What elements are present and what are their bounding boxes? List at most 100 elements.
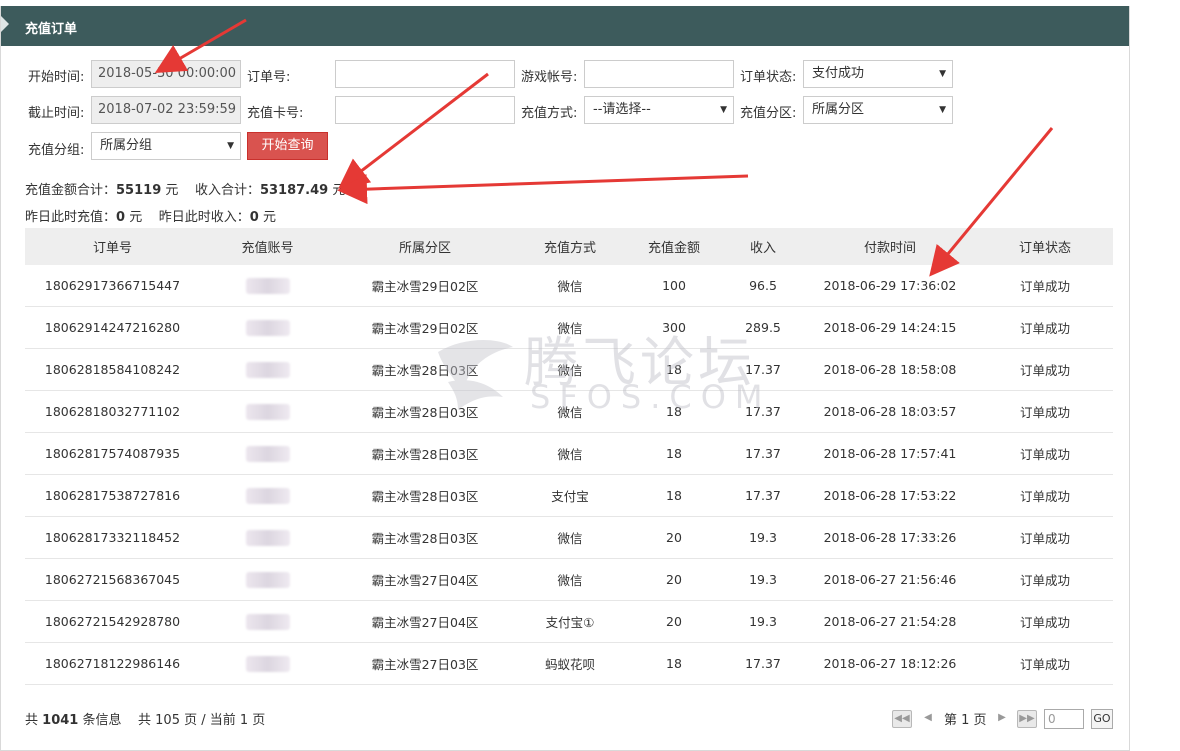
pay-method-select[interactable]: --请选择-- ▼ [584,96,734,124]
total-suffix: 条信息 [82,713,122,728]
table-row: 18062917366715447 霸主冰雪29日02区 微信 100 96.5 2018… [25,265,1113,307]
column-header: 充值方式 [515,228,625,265]
yesterday-recharge-value: 0 [116,210,126,225]
cell-order-no: 18062817574087935 [25,432,200,475]
total-income-value: 53187.49 [259,183,329,198]
cell-order-no: 18062818032771102 [25,390,200,433]
zone-label: 充值分区: [740,106,797,121]
group-label: 充值分组: [28,143,85,158]
cell-paid-at: 2018-06-28 17:33:26 [803,516,977,559]
cell-method: 支付宝① [515,600,625,643]
pay-method-label: 充值方式: [521,106,578,121]
column-header: 付款时间 [803,228,977,265]
end-time-input[interactable]: 2018-07-02 23:59:59 [91,96,241,124]
last-page-icon[interactable]: ▶▶ [1017,710,1037,728]
cell-amount: 100 [625,265,723,307]
cell-account [200,642,335,685]
table-row: 18062721568367045 霸主冰雪27日04区 微信 20 19.3 2018-… [25,558,1113,601]
cell-amount: 20 [625,558,723,601]
dropdown-caret-icon: ▼ [227,141,234,151]
total-recharge-value: 55119 [116,183,162,198]
cell-status: 订单成功 [977,306,1113,349]
cell-income: 19.3 [723,516,803,559]
cell-paid-at: 2018-06-27 21:56:46 [803,558,977,601]
cell-order-no: 18062721568367045 [25,558,200,601]
column-header: 充值金额 [625,228,723,265]
cell-zone: 霸主冰雪27日03区 [335,642,515,685]
group-select[interactable]: 所属分组 ▼ [91,132,241,160]
table-row: 18062818584108242 霸主冰雪28日03区 微信 18 17.37 2018… [25,348,1113,391]
table-header-row: 订单号 充值账号 所属分区 充值方式 充值金额 收入 付款时间 订单状态 [25,228,1113,265]
go-button[interactable]: GO [1091,709,1113,729]
cell-amount: 18 [625,474,723,517]
prev-page-icon[interactable]: ◀ [918,710,938,728]
cell-status: 订单成功 [977,348,1113,391]
cell-order-no: 18062718122986146 [25,642,200,685]
zone-select[interactable]: 所属分区 ▼ [803,96,953,124]
cell-income: 17.37 [723,432,803,475]
orders-table-body: 18062917366715447 霸主冰雪29日02区 微信 100 96.5 2018… [25,265,1113,685]
cell-amount: 300 [625,306,723,349]
total-count: 1041 [42,713,79,728]
group-value: 所属分组 [100,138,153,153]
card-no-input[interactable] [335,96,515,124]
cell-status: 订单成功 [977,642,1113,685]
cell-order-no: 18062914247216280 [25,306,200,349]
redacted-account [245,487,290,504]
total-income-unit: 元 [332,183,346,198]
yesterday-income-value: 0 [249,210,259,225]
next-page-icon[interactable]: ▶ [992,710,1012,728]
cell-zone: 霸主冰雪29日02区 [335,306,515,349]
redacted-account [245,529,290,546]
goto-page-input[interactable]: 0 [1044,709,1084,729]
game-account-input[interactable] [584,60,734,88]
redacted-account [245,655,290,672]
cell-paid-at: 2018-06-28 17:57:41 [803,432,977,475]
order-no-input[interactable] [335,60,515,88]
summary-totals: 充值金额合计：55119 元 收入合计：53187.49 元 [25,179,345,198]
cell-paid-at: 2018-06-28 18:58:08 [803,348,977,391]
cell-method: 微信 [515,265,625,307]
cell-zone: 霸主冰雪27日04区 [335,600,515,643]
cell-zone: 霸主冰雪28日03区 [335,348,515,391]
cell-status: 订单成功 [977,474,1113,517]
redacted-account [245,445,290,462]
dropdown-caret-icon: ▼ [720,105,727,115]
header-notch [1,16,9,32]
dropdown-caret-icon: ▼ [939,69,946,79]
cell-zone: 霸主冰雪28日03区 [335,432,515,475]
game-account-label: 游戏帐号: [521,70,578,85]
total-recharge-label: 充值金额合计： [25,183,117,198]
cell-order-no: 18062917366715447 [25,265,200,307]
cell-method: 微信 [515,348,625,391]
table-row: 18062817574087935 霸主冰雪28日03区 微信 18 17.37 2018… [25,432,1113,475]
cell-income: 17.37 [723,642,803,685]
cell-zone: 霸主冰雪28日03区 [335,390,515,433]
cell-order-no: 18062818584108242 [25,348,200,391]
zone-value: 所属分区 [812,102,865,117]
total-income-label: 收入合计： [194,183,260,198]
column-header: 收入 [723,228,803,265]
cell-order-no: 18062721542928780 [25,600,200,643]
cell-amount: 18 [625,348,723,391]
first-page-icon[interactable]: ◀◀ [892,710,912,728]
yesterday-recharge-label: 昨日此时充值： [25,210,117,225]
yesterday-recharge-unit: 元 [129,210,143,225]
cell-method: 蚂蚁花呗 [515,642,625,685]
cell-paid-at: 2018-06-29 14:24:15 [803,306,977,349]
order-status-select[interactable]: 支付成功 ▼ [803,60,953,88]
query-button[interactable]: 开始查询 [247,132,328,160]
cell-paid-at: 2018-06-29 17:36:02 [803,265,977,307]
cell-order-no: 18062817538727816 [25,474,200,517]
cell-method: 微信 [515,306,625,349]
current-page-text: 第 1 页 [944,713,987,728]
redacted-account [245,361,290,378]
cell-status: 订单成功 [977,265,1113,307]
cell-amount: 18 [625,432,723,475]
cell-status: 订单成功 [977,516,1113,559]
cell-amount: 18 [625,642,723,685]
cell-account [200,474,335,517]
cell-paid-at: 2018-06-28 18:03:57 [803,390,977,433]
start-time-input[interactable]: 2018-05-30 00:00:00 [91,60,241,88]
cell-zone: 霸主冰雪27日04区 [335,558,515,601]
